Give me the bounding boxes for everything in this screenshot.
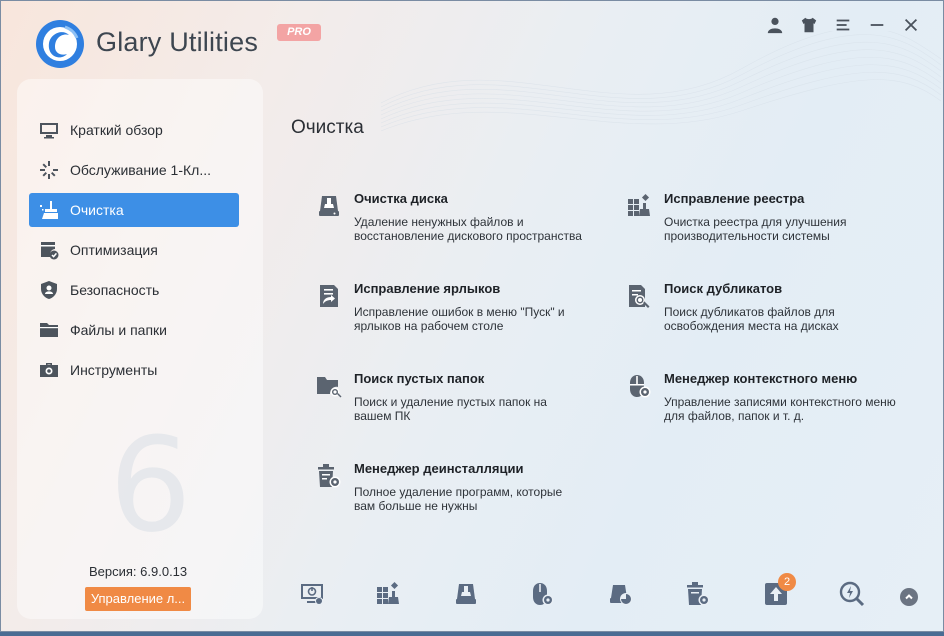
folder-icon [38,319,60,341]
user-icon[interactable] [765,15,785,35]
update-count-badge: 2 [778,573,796,591]
scroll-up-button[interactable] [900,588,918,606]
clipboard-settings-icon[interactable] [683,579,713,609]
tool-description: Удаление ненужных файлов и восстановлени… [354,215,582,243]
mouse-settings-icon[interactable] [527,579,557,609]
sidebar-item-label: Инструменты [70,362,158,378]
duplicate-icon [626,283,654,311]
tool-title: Поиск пустых папок [354,371,485,386]
optimize-icon [38,239,60,261]
version-label: Версия: 6.9.0.13 [89,564,188,579]
shortcut-icon [316,283,344,311]
sidebar-item-cleanup[interactable]: Очистка [29,193,239,227]
sidebar-item-label: Оптимизация [70,242,158,258]
disk-cleanup-icon [316,193,344,221]
sidebar-item-label: Очистка [70,202,124,218]
search-fix-icon[interactable] [837,579,867,609]
shirt-icon[interactable] [799,15,819,35]
pro-badge: PRO [277,24,321,41]
quick-access-bar: 2 [291,573,931,613]
registry-icon [626,193,654,221]
sidebar-item-optimize[interactable]: Оптимизация [29,233,239,267]
monitor-icon [38,119,60,141]
window-controls [765,15,921,35]
tool-description: Очистка реестра для улучшения производит… [664,215,847,243]
sidebar-item-label: Безопасность [70,282,160,298]
broom-icon [38,199,60,221]
version-watermark: 6 [109,409,192,561]
sidebar-item-1click[interactable]: Обслуживание 1-Кл... [29,153,239,187]
tool-title: Менеджер деинсталляции [354,461,524,476]
tool-title: Исправление ярлыков [354,281,501,296]
update-icon[interactable]: 2 [761,573,796,609]
context-menu-icon [626,373,654,401]
toolbox-icon [38,359,60,381]
sidebar-item-label: Обслуживание 1-Кл... [70,162,211,178]
sidebar-item-label: Краткий обзор [70,122,163,138]
chevron-up-icon [905,594,913,600]
tool-description: Полное удаление программ, которые вам бо… [354,485,563,513]
disk-icon[interactable] [451,579,481,609]
tool-description: Управление записями контекстного меню дл… [664,395,896,423]
sidebar-nav: Краткий обзор Обслуживание 1-Кл... Очист… [29,113,239,393]
menu-icon[interactable] [833,15,853,35]
tool-title: Поиск дубликатов [664,281,783,296]
sidebar-item-tools[interactable]: Инструменты [29,353,239,387]
uninstall-icon [316,463,344,491]
minimize-icon[interactable] [867,15,887,35]
sidebar-item-label: Файлы и папки [70,322,167,338]
sidebar-item-overview[interactable]: Краткий обзор [29,113,239,147]
app-window: Glary Utilities PRO 6 Краткий обзор Обсл… [0,0,944,632]
tool-description: Поиск дубликатов файлов для освобождения… [664,305,839,333]
close-icon[interactable] [901,15,921,35]
app-title: Glary Utilities [96,27,259,57]
shield-icon [38,279,60,301]
page-title: Очистка [291,117,364,138]
startup-icon[interactable] [297,579,327,609]
sparkle-icon [38,159,60,181]
sidebar: 6 Краткий обзор Обслуживание 1-Кл... Очи… [17,79,263,619]
tool-description: Поиск и удаление пустых папок на вашем П… [354,395,547,423]
empty-folder-icon [316,373,344,401]
sidebar-item-security[interactable]: Безопасность [29,273,239,307]
tool-title: Менеджер контекстного меню [664,371,858,386]
tool-title: Очистка диска [354,191,448,206]
manage-license-button[interactable]: Управление л... [85,587,191,611]
tool-description: Исправление ошибок в меню "Пуск" и ярлык… [354,305,565,333]
sidebar-item-files[interactable]: Файлы и папки [29,313,239,347]
disk-chart-icon[interactable] [605,579,635,609]
title-bar: Glary Utilities PRO [1,1,943,79]
tool-title: Исправление реестра [664,191,805,206]
glary-logo-icon [36,20,84,68]
registry-icon[interactable] [373,579,403,609]
